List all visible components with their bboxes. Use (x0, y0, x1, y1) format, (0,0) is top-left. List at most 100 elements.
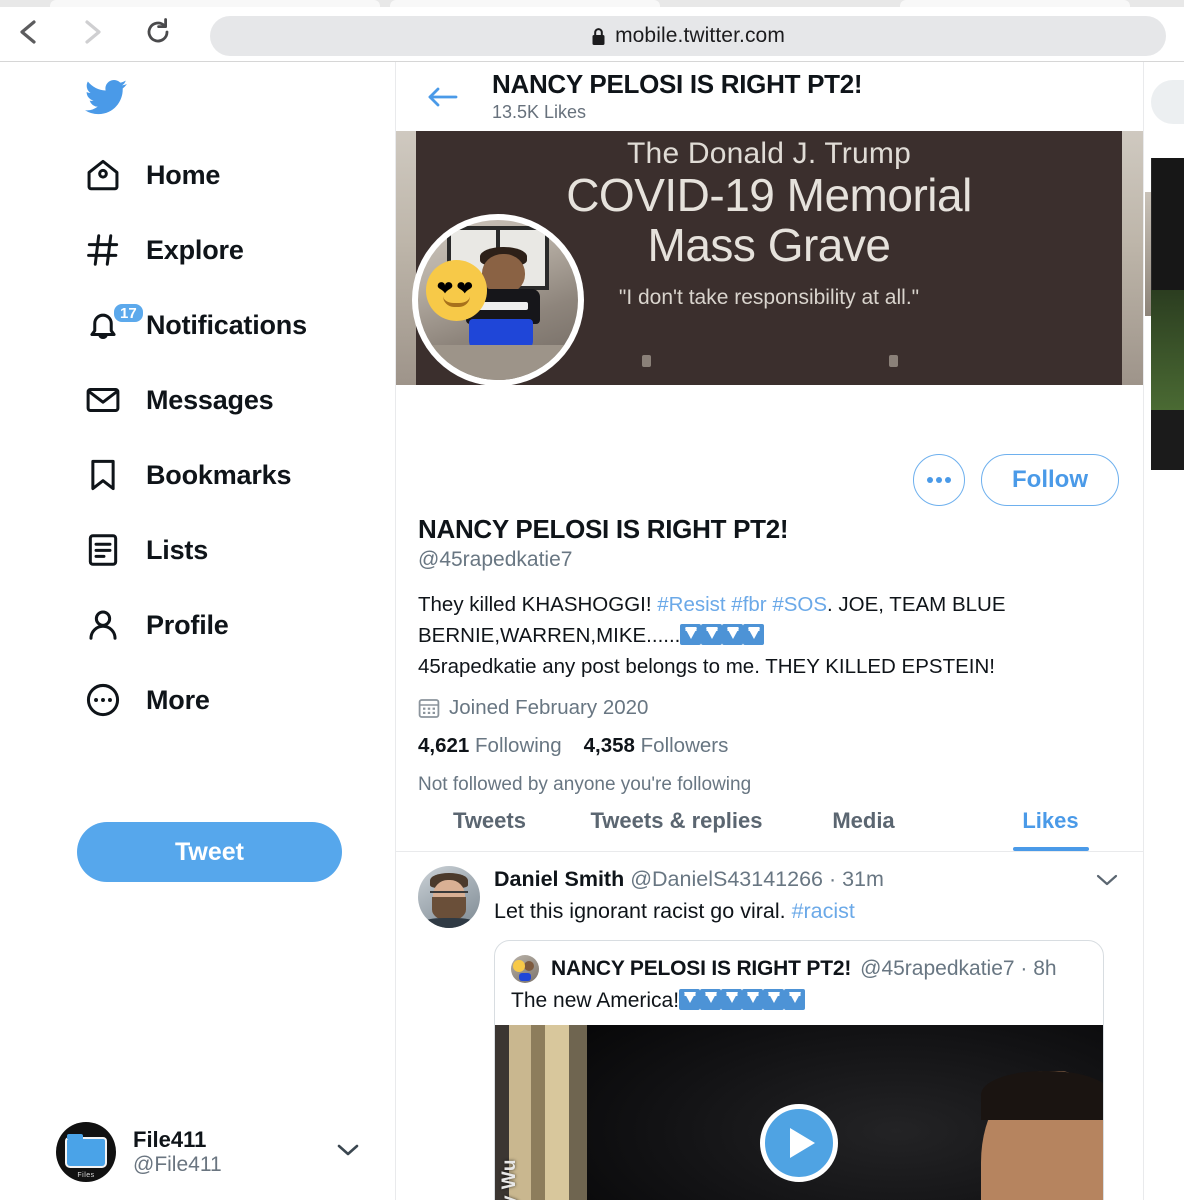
sidebar-item-label: Notifications (146, 309, 307, 340)
down-arrow-emoji-icon (679, 988, 701, 1010)
list-item[interactable]: Daniel Smith @DanielS43141266 · 31m Let … (396, 852, 1143, 1200)
following-label: Following (475, 734, 562, 758)
profile-handle: @45rapedkatie7 (418, 548, 573, 571)
browser-reload-button[interactable] (138, 14, 178, 50)
sidebar-item-bookmarks[interactable]: Bookmarks (0, 444, 396, 506)
followers-count: 4,358 (583, 734, 635, 758)
tweet-author-handle: @DanielS43141266 (630, 867, 823, 891)
tweet-button[interactable]: Tweet (77, 822, 342, 882)
tweet-timestamp: 31m (842, 867, 884, 891)
bio-hashtag[interactable]: #SOS (772, 593, 827, 616)
down-arrow-emoji-icon (722, 624, 744, 646)
down-arrow-emoji-icon (763, 988, 785, 1010)
down-arrow-emoji-icon (743, 624, 765, 646)
banner-line-4: "I don't take responsibility at all." (618, 286, 920, 310)
down-arrow-emoji-icon (742, 988, 764, 1010)
page-title: NANCY PELOSI IS RIGHT PT2! (492, 69, 863, 100)
envelope-icon (82, 379, 124, 421)
bookmark-icon (82, 454, 124, 496)
quoted-timestamp: 8h (1033, 956, 1057, 980)
profile-info: NANCY PELOSI IS RIGHT PT2! @45rapedkatie… (396, 514, 1143, 796)
down-arrow-emoji-icon (721, 988, 743, 1010)
chevron-down-icon[interactable] (334, 1141, 386, 1164)
play-button-icon[interactable] (760, 1103, 838, 1182)
profile-avatar[interactable]: ❤❤ (412, 214, 584, 386)
avatar-caption: Files (77, 1172, 95, 1179)
trends-card[interactable] (1151, 158, 1184, 488)
browser-forward-button[interactable] (72, 14, 112, 50)
sidebar-item-label: Home (146, 159, 221, 190)
tab-media[interactable]: Media (770, 790, 957, 851)
twitter-bird-icon[interactable] (82, 76, 130, 123)
tweet-body: Daniel Smith @DanielS43141266 · 31m Let … (494, 866, 1122, 1200)
lock-icon (592, 27, 605, 45)
quoted-tweet[interactable]: NANCY PELOSI IS RIGHT PT2! @45rapedkatie… (494, 939, 1104, 1200)
bio-text-segment: They killed KHASHOGGI! (418, 593, 658, 616)
tab-tweets[interactable]: Tweets (396, 790, 583, 851)
browser-tab[interactable] (900, 0, 1130, 7)
sidebar-item-more[interactable]: More (0, 669, 396, 731)
video-watermark: iseley Wu (499, 1159, 521, 1200)
page-content: Home Explore 17 Notifications Messages B… (0, 62, 1184, 1200)
list-icon (82, 529, 124, 571)
avatar[interactable] (418, 866, 480, 928)
tweet-text-segment: Let this ignorant racist go viral. (494, 898, 792, 923)
account-text: File411 @File411 (133, 1127, 222, 1178)
browser-back-button[interactable] (8, 14, 48, 50)
avatar-image: ❤❤ (418, 220, 578, 380)
sidebar-item-home[interactable]: Home (0, 144, 396, 206)
quoted-separator: · (1014, 956, 1034, 980)
address-bar[interactable]: mobile.twitter.com (210, 16, 1166, 56)
profile-display-name: NANCY PELOSI IS RIGHT PT2! (418, 514, 789, 544)
sidebar-item-explore[interactable]: Explore (0, 219, 396, 281)
down-arrow-emoji-icon (701, 624, 723, 646)
sidebar-item-notifications[interactable]: 17 Notifications (0, 294, 396, 356)
hashtag-icon (82, 229, 124, 271)
arrow-left-icon[interactable] (420, 75, 464, 119)
search-input[interactable] (1151, 80, 1184, 124)
tab-tweets-replies[interactable]: Tweets & replies (583, 790, 770, 851)
account-switcher[interactable]: Files File411 @File411 (56, 1114, 386, 1190)
more-circle-icon (82, 679, 124, 721)
profile-actions: Follow (913, 454, 1119, 506)
followers-stat[interactable]: 4,358 Followers (584, 734, 729, 757)
heart-eyes-emoji-icon: ❤❤ (426, 260, 487, 321)
followers-label: Followers (640, 734, 729, 758)
left-sidebar: Home Explore 17 Notifications Messages B… (0, 62, 396, 1200)
quoted-handle-text: @45rapedkatie7 (860, 956, 1015, 980)
sidebar-item-label: Messages (146, 384, 274, 415)
sidebar-item-lists[interactable]: Lists (0, 519, 396, 581)
banner-line-1: The Donald J. Trump (627, 137, 911, 170)
browser-tab[interactable] (50, 0, 380, 7)
tweet-hashtag[interactable]: #racist (792, 899, 855, 923)
tweet-text: Let this ignorant racist go viral. #raci… (494, 897, 1122, 926)
following-stat[interactable]: 4,621 Following (418, 734, 562, 757)
calendar-icon (418, 699, 440, 719)
url-text: mobile.twitter.com (615, 24, 785, 47)
more-options-button[interactable] (913, 454, 966, 506)
bio-hashtag[interactable]: #fbr (731, 593, 766, 616)
browser-tab[interactable] (390, 0, 660, 7)
quoted-tweet-video[interactable]: iseley Wu (495, 1024, 1103, 1200)
notification-badge: 17 (112, 302, 145, 324)
chevron-down-icon[interactable] (1094, 872, 1120, 893)
quoted-tweet-header: NANCY PELOSI IS RIGHT PT2! @45rapedkatie… (495, 941, 1103, 983)
follow-button[interactable]: Follow (981, 454, 1119, 506)
banner-line-3: Mass Grave (647, 218, 891, 271)
bio-text-segment: 45rapedkatie any post belongs to me. THE… (418, 655, 995, 679)
sidebar-nav-list: Home Explore 17 Notifications Messages B… (0, 144, 396, 744)
bio-hashtag[interactable]: #Resist (657, 593, 725, 616)
profile-topbar: NANCY PELOSI IS RIGHT PT2! 13.5K Likes (396, 62, 1143, 131)
tab-likes[interactable]: Likes (957, 790, 1143, 851)
person-icon (82, 604, 124, 646)
sidebar-item-messages[interactable]: Messages (0, 369, 396, 431)
reload-icon (147, 18, 169, 43)
tweet-header: Daniel Smith @DanielS43141266 · 31m (494, 866, 1122, 893)
main-column: NANCY PELOSI IS RIGHT PT2! 13.5K Likes T… (396, 62, 1144, 1200)
tweet-author-name[interactable]: Daniel Smith (494, 867, 624, 891)
down-arrow-emoji-icon (784, 988, 806, 1010)
profile-bio: They killed KHASHOGGI! #Resist #fbr #SOS… (418, 589, 1122, 682)
chevron-left-icon (20, 20, 36, 44)
timeline: Daniel Smith @DanielS43141266 · 31m Let … (396, 852, 1143, 1200)
sidebar-item-profile[interactable]: Profile (0, 594, 396, 656)
